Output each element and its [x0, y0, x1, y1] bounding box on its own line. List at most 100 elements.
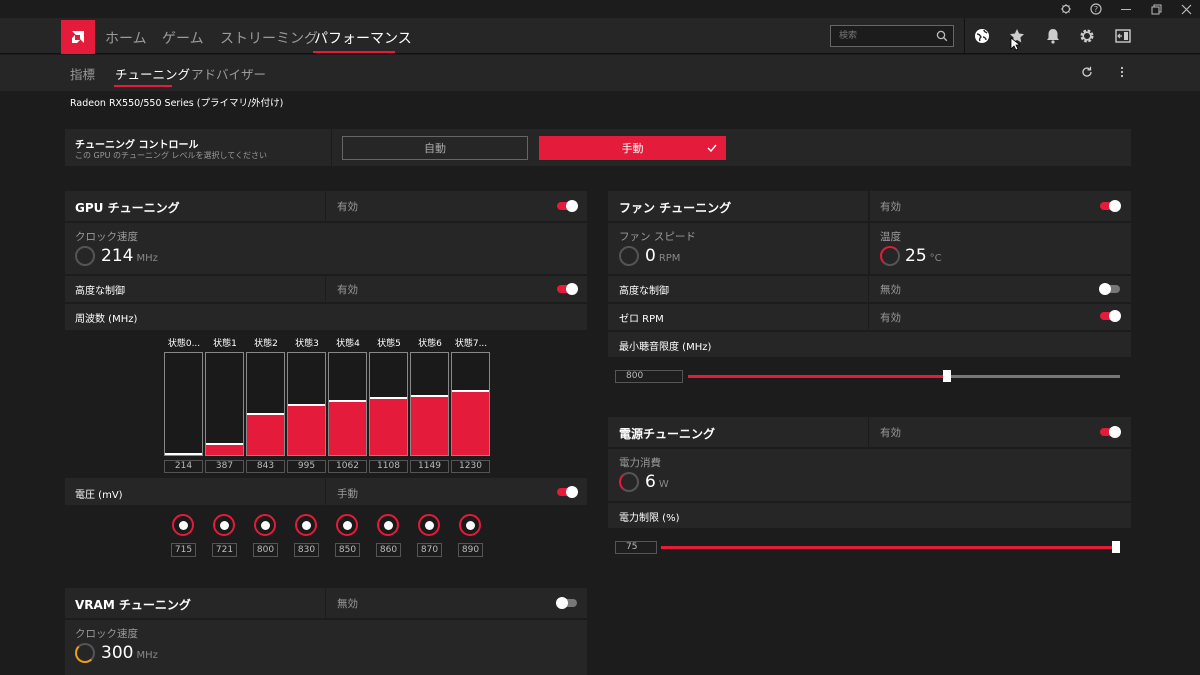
voltage-knob[interactable] [254, 514, 276, 536]
freq-state-value[interactable]: 1108 [369, 460, 408, 473]
freq-state-bar[interactable] [369, 352, 408, 456]
freq-state-bar[interactable] [451, 352, 490, 456]
gpu-advanced-toggle[interactable] [557, 283, 578, 295]
voltage-value[interactable]: 800 [253, 543, 278, 557]
nav-streaming[interactable]: ストリーミング [220, 28, 318, 48]
voltage-knob[interactable] [172, 514, 194, 536]
search-box[interactable] [830, 25, 954, 47]
checkmark-icon [707, 144, 717, 152]
freq-state-label: 状態4 [336, 339, 360, 349]
nav-home[interactable]: ホーム [105, 28, 147, 48]
power-limit-slider[interactable] [661, 541, 1120, 553]
restore-icon[interactable] [1151, 4, 1162, 15]
voltage-value[interactable]: 850 [335, 543, 360, 557]
settings-gear-icon[interactable] [1079, 28, 1095, 44]
power-tuning-status: 有効 [880, 427, 901, 439]
temperature-value: 25 °C [905, 246, 942, 266]
voltage-knob[interactable] [418, 514, 440, 536]
more-options-icon[interactable] [1118, 66, 1126, 78]
minimize-icon[interactable] [1121, 9, 1131, 10]
voltage-value[interactable]: 870 [417, 543, 442, 557]
bug-icon[interactable] [1060, 3, 1072, 15]
sidebar-toggle-icon[interactable] [1115, 29, 1131, 43]
freq-state-bar-fill [206, 443, 243, 455]
freq-state-value[interactable]: 214 [164, 460, 203, 473]
voltage-knob[interactable] [459, 514, 481, 536]
voltage-value[interactable]: 830 [294, 543, 319, 557]
freq-state-bar[interactable] [246, 352, 285, 456]
freq-state-bar-fill [288, 404, 325, 455]
voltage-value[interactable]: 721 [212, 543, 237, 557]
subnav-advisor[interactable]: アドバイザー [191, 64, 266, 83]
fan-adv-divider [608, 274, 1131, 276]
search-icon[interactable] [936, 30, 948, 42]
voltage-knob[interactable] [213, 514, 235, 536]
min-acoustic-input[interactable]: 800 [615, 370, 683, 383]
gpu-clock-number: 214 [101, 246, 134, 266]
gpu-advanced-status: 有効 [337, 284, 358, 296]
freq-state-label: 状態1 [213, 339, 237, 349]
fan-tuning-toggle[interactable] [1100, 200, 1121, 212]
power-header-divider [608, 447, 1131, 449]
amd-logo-icon [72, 31, 84, 43]
close-icon[interactable] [1181, 4, 1192, 15]
freq-state-bar[interactable] [287, 352, 326, 456]
search-input[interactable] [839, 29, 929, 43]
voltage-value[interactable]: 860 [376, 543, 401, 557]
subnav-metrics[interactable]: 指標 [70, 64, 95, 83]
globe-icon[interactable] [974, 28, 990, 44]
amd-logo[interactable] [61, 20, 95, 54]
freq-state-bar[interactable] [205, 352, 244, 456]
freq-state-value[interactable]: 995 [287, 460, 326, 473]
reset-icon[interactable] [1081, 66, 1093, 78]
fan-speed-label: ファン スピード [619, 231, 696, 243]
freq-state-bar-fill [452, 390, 489, 455]
fan-advanced-toggle[interactable] [1099, 283, 1120, 295]
auto-button[interactable]: 自動 [342, 136, 528, 160]
fan-speed-unit: RPM [658, 253, 681, 264]
freq-state-value[interactable]: 843 [246, 460, 285, 473]
freq-state-label: 状態5 [377, 339, 401, 349]
voltage-knob[interactable] [336, 514, 358, 536]
freq-state-value[interactable]: 1062 [328, 460, 367, 473]
vram-header-divider [65, 618, 587, 620]
voltage-knob-pointer [179, 521, 188, 530]
voltage-toggle[interactable] [557, 486, 578, 498]
fan-speed-gauge-icon [619, 246, 639, 266]
freq-state-bar[interactable] [328, 352, 367, 456]
voltage-value[interactable]: 890 [458, 543, 483, 557]
help-icon[interactable]: ? [1090, 3, 1102, 15]
bell-icon[interactable] [1045, 28, 1061, 44]
gpu-adv-divider-top [65, 274, 587, 276]
freq-state-value[interactable]: 387 [205, 460, 244, 473]
gpu-freq-divider-top [65, 302, 587, 304]
vram-clock-label: クロック速度 [75, 628, 138, 640]
power-limit-slider-thumb[interactable] [1112, 541, 1120, 553]
freq-state-value[interactable]: 1230 [451, 460, 490, 473]
voltage-knob[interactable] [377, 514, 399, 536]
freq-state-value[interactable]: 1149 [410, 460, 449, 473]
voltage-value[interactable]: 715 [171, 543, 196, 557]
voltage-knob[interactable] [295, 514, 317, 536]
subnav-tuning[interactable]: チューニング [115, 64, 190, 83]
nav-performance[interactable]: パフォーマンス [314, 28, 412, 48]
gpu-tuning-toggle[interactable] [557, 200, 578, 212]
min-acoustic-slider-thumb[interactable] [943, 370, 951, 382]
fan-tuning-title: ファン チューニング [619, 201, 732, 215]
power-limit-slider-fill [661, 546, 1120, 549]
manual-button[interactable]: 手動 [539, 136, 726, 160]
power-tuning-toggle[interactable] [1100, 426, 1121, 438]
freq-state-bar[interactable] [164, 352, 203, 456]
vram-tuning-toggle[interactable] [556, 597, 577, 609]
zero-rpm-toggle[interactable] [1100, 310, 1121, 322]
voltage-knob-pointer [384, 521, 393, 530]
min-acoustic-slider[interactable] [688, 370, 1120, 382]
fan-speed-number: 0 [645, 246, 656, 266]
nav-games[interactable]: ゲーム [162, 28, 204, 48]
fan-advanced-label: 高度な制御 [619, 286, 669, 297]
temperature-gauge-icon [880, 246, 900, 266]
power-tuning-title: 電源チューニング [619, 427, 716, 441]
freq-state-bar-fill [411, 395, 448, 455]
freq-state-bar[interactable] [410, 352, 449, 456]
power-limit-input[interactable]: 75 [615, 541, 657, 554]
